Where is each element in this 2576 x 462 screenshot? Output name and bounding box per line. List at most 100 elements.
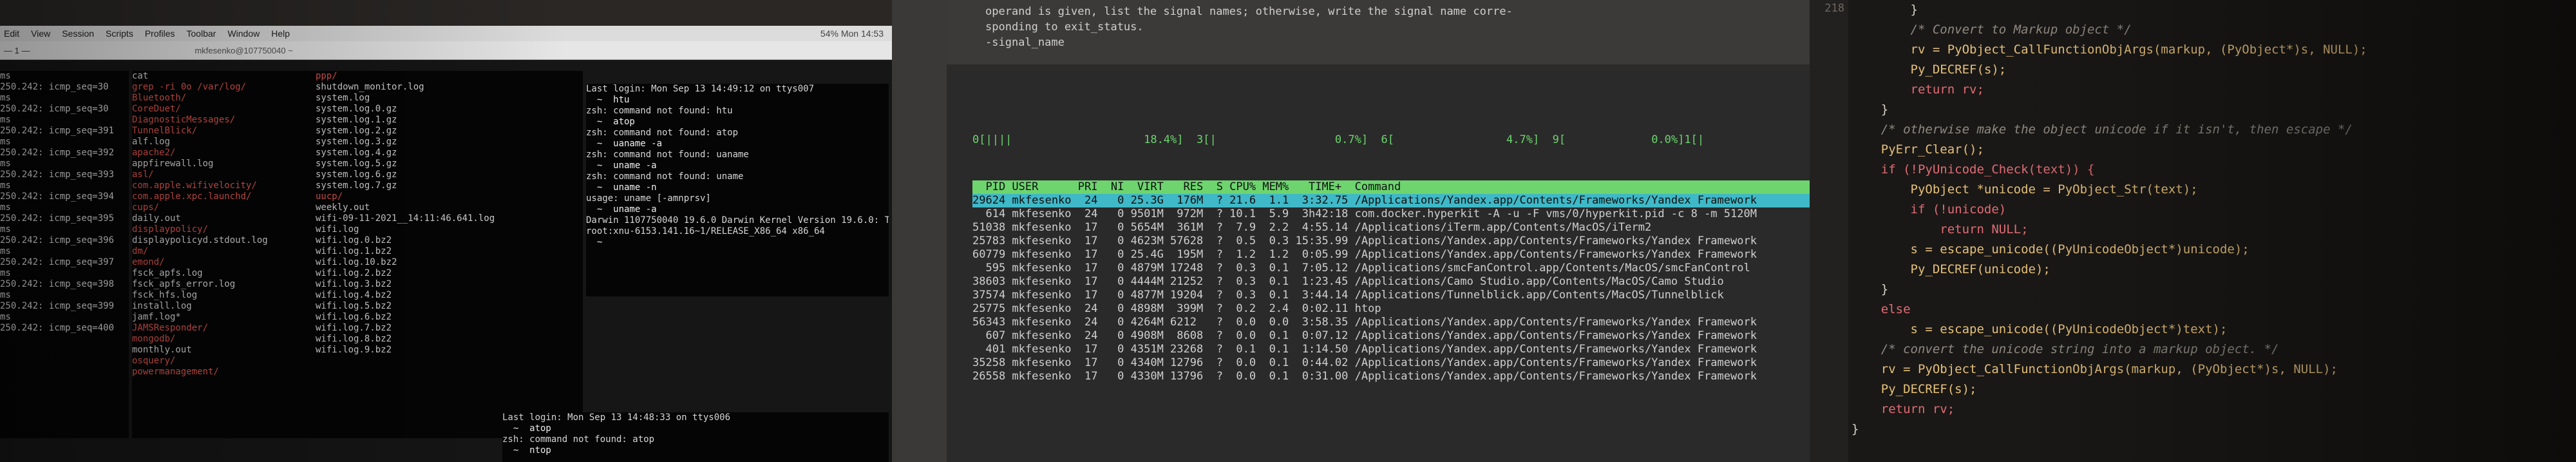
menu-help[interactable]: Help	[271, 28, 290, 39]
shell-line: ~ atop	[586, 117, 635, 127]
ls-entry: ppp/	[316, 71, 337, 81]
shell-line: ~ uname -a	[586, 204, 657, 215]
menu-toolbar[interactable]: Toolbar	[187, 28, 216, 39]
ls-entry: system.log.1.gz	[316, 115, 397, 125]
code-line: rv = PyObject_CallFunctionObjArgs(markup…	[1852, 362, 2338, 376]
process-row[interactable]: 614 mkfesenko 24 0 9501M 972M ? 10.1 5.9…	[972, 207, 1810, 221]
ls-entry: monthly.out	[132, 345, 192, 355]
ls-entry: wifi.log.0.bz2	[316, 235, 392, 245]
code-editor[interactable]: } /* Convert to Markup object */ rv = Py…	[1852, 0, 2576, 462]
ping-line: ms	[0, 71, 11, 81]
shell-line: ~ htu	[586, 95, 630, 105]
ls-entry: displaypolicyd.stdout.log	[132, 235, 268, 245]
ls-entry: daily.out	[132, 213, 181, 224]
menu-bar: Edit View Session Scripts Profiles Toolb…	[0, 26, 893, 41]
ls-entry: wifi.log.7.bz2	[316, 323, 392, 333]
ls-entry: emond/	[132, 257, 165, 267]
terminal-tab[interactable]: — 1 —	[4, 46, 30, 55]
code-line: return rv;	[1852, 82, 1984, 97]
man-line: operand is given, list the signal names;…	[985, 5, 1513, 18]
ls-entry: apache2/	[132, 148, 176, 158]
process-row[interactable]: 595 mkfesenko 17 0 4879M 17248 ? 0.3 0.1…	[972, 262, 1810, 275]
code-line: /* Convert to Markup object */	[1852, 23, 2132, 37]
process-row[interactable]: 25775 mkfesenko 24 0 4898M 399M ? 0.2 2.…	[972, 302, 1810, 316]
process-row[interactable]: 56343 mkfesenko 24 0 4264M 6212 ? 0.0 0.…	[972, 316, 1810, 329]
process-row[interactable]: 60779 mkfesenko 17 0 25.4G 195M ? 1.2 1.…	[972, 248, 1810, 262]
line-number-gutter: 218	[1810, 0, 1848, 462]
shell-line: ~ uname -n	[586, 182, 657, 193]
process-row[interactable]: 51038 mkfesenko 17 0 5654M 361M ? 7.9 2.…	[972, 221, 1810, 235]
menu-edit[interactable]: Edit	[4, 28, 19, 39]
ls-entry: TunnelBlick/	[132, 126, 198, 136]
code-line: Py_DECREF(s);	[1852, 382, 1977, 396]
ls-entry: system.log.3.gz	[316, 137, 397, 147]
shell-line: zsh: command not found: atop	[502, 434, 655, 445]
code-line: }	[1852, 282, 1889, 296]
ping-pane[interactable]: ms 250.242: icmp_seq=30 ms 250.242: icmp_se…	[0, 71, 129, 438]
terminal-title-bar: — 1 — mkfesenko@107750040 ~	[0, 41, 893, 60]
htop-header[interactable]: PID USER PRI NI VIRT RES S CPU% MEM% TIM…	[972, 180, 1810, 194]
terminal-title: mkfesenko@107750040 ~	[194, 45, 293, 55]
menu-session[interactable]: Session	[62, 28, 94, 39]
ls-entry: displaypolicy/	[132, 224, 209, 235]
process-row[interactable]: 29624 mkfesenko 24 0 25.3G 176M ? 21.6 1…	[972, 194, 1810, 207]
shell-pane-bottom[interactable]: Last login: Mon Sep 13 14:48:33 on ttys0…	[502, 412, 889, 462]
menu-scripts[interactable]: Scripts	[106, 28, 133, 39]
ls-entry: wifi.log.4.bz2	[316, 290, 392, 300]
ping-line: ms	[0, 137, 11, 147]
ls-entry: powermanagement/	[132, 367, 219, 377]
process-row[interactable]: 401 mkfesenko 17 0 4351M 23268 ? 0.1 0.1…	[972, 343, 1810, 356]
process-row[interactable]: 26558 mkfesenko 17 0 4330M 13796 ? 0.0 0…	[972, 370, 1810, 383]
shell-line: ~ uname -a	[586, 160, 657, 171]
man-page: operand is given, list the signal names;…	[947, 0, 1810, 64]
photo-scene: Edit View Session Scripts Profiles Toolb…	[0, 0, 2576, 462]
ls-entry: asl/	[132, 169, 154, 180]
ls-entry: JAMSResponder/	[132, 323, 209, 333]
menu-view[interactable]: View	[31, 28, 50, 39]
shell-pane[interactable]: Last login: Mon Sep 13 14:49:12 on ttys0…	[586, 84, 889, 296]
shell-line: root:xnu-6153.141.16~1/RELEASE_X86_64 x8…	[586, 226, 825, 236]
shell-line: ~	[586, 237, 614, 247]
code-line: if (!PyUnicode_Check(text)) {	[1852, 162, 2095, 177]
htop-meters: 0[|||| 18.4%] 3[| 0.7%] 6[ 4.7%] 9[ 0.0%…	[947, 98, 1810, 147]
ls-entry: wifi.log.9.bz2	[316, 345, 392, 355]
ls-entry: wifi.log.1.bz2	[316, 246, 392, 256]
ls-entry: appfirewall.log	[132, 159, 214, 169]
ls-entry: osquery/	[132, 356, 176, 366]
ls-entry: mongodb/	[132, 334, 176, 344]
htop-window[interactable]: 0[|||| 18.4%] 3[| 0.7%] 6[ 4.7%] 9[ 0.0%…	[947, 71, 1810, 462]
ls-entry: system.log.7.gz	[316, 180, 397, 191]
shell-line: zsh: command not found: htu	[586, 106, 733, 116]
ls-entry: DiagnosticMessages/	[132, 115, 236, 125]
ls-pane[interactable]: cat grep -ri 0o /var/log/Bluetooth/CoreDu…	[132, 71, 583, 438]
process-row[interactable]: 25783 mkfesenko 17 0 4623M 57628 ? 0.5 0…	[972, 235, 1810, 248]
ls-entry: wifi.log.3.bz2	[316, 279, 392, 289]
shell-line: usage: uname [-amnprsv]	[586, 193, 711, 204]
process-row[interactable]: 35258 mkfesenko 17 0 4340M 12796 ? 0.0 0…	[972, 356, 1810, 370]
ls-entry: fsck_hfs.log	[132, 290, 198, 300]
menu-profiles[interactable]: Profiles	[145, 28, 175, 39]
ping-line: ms	[0, 246, 11, 256]
left-monitor-bezel	[0, 0, 895, 26]
ping-line: 250.242: icmp_seq=392	[0, 148, 115, 158]
ping-line: 250.242: icmp_seq=30	[0, 104, 109, 114]
ls-entry: dm/	[132, 246, 149, 256]
code-line: s = escape_unicode((PyUnicodeObject*)uni…	[1852, 242, 2249, 256]
process-row[interactable]: 607 mkfesenko 24 0 4908M 8608 ? 0.0 0.1 …	[972, 329, 1810, 343]
process-row[interactable]: 37574 mkfesenko 17 0 4877M 19204 ? 0.3 0…	[972, 289, 1810, 302]
ls-entry: weekly.out	[316, 202, 370, 213]
code-line: rv = PyObject_CallFunctionObjArgs(markup…	[1852, 43, 2367, 57]
ls-entry: grep -ri 0o /var/log/	[132, 82, 247, 92]
ping-line: 250.242: icmp_seq=396	[0, 235, 115, 245]
ping-line: ms	[0, 159, 11, 169]
code-line: PyObject *unicode = PyObject_Str(text);	[1852, 182, 2198, 197]
ping-line: 250.242: icmp_seq=398	[0, 279, 115, 289]
ls-entry: cups/	[132, 202, 160, 213]
menu-window[interactable]: Window	[227, 28, 260, 39]
ls-entry: system.log.6.gz	[316, 169, 397, 180]
code-line: s = escape_unicode((PyUnicodeObject*)tex…	[1852, 322, 2228, 336]
ls-entry: fsck_apfs.log	[132, 268, 203, 278]
shell-line: zsh: command not found: uaname	[586, 149, 749, 160]
code-line: /* convert the unicode string into a mar…	[1852, 342, 2279, 356]
process-row[interactable]: 38603 mkfesenko 17 0 4444M 21252 ? 0.3 0…	[972, 275, 1810, 289]
